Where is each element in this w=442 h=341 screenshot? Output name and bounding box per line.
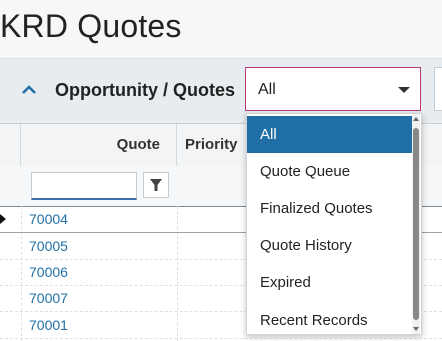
page-title: KRD Quotes xyxy=(0,8,182,44)
secondary-field[interactable] xyxy=(434,67,442,111)
funnel-icon xyxy=(150,179,162,191)
dropdown-option-quote-history[interactable]: Quote History xyxy=(247,227,415,264)
column-header-quote-label: Quote xyxy=(116,136,160,153)
quote-link[interactable]: 70005 xyxy=(29,238,68,254)
filter-button[interactable] xyxy=(143,172,169,198)
scroll-down-icon[interactable] xyxy=(413,327,419,331)
column-header-quote[interactable]: Quote xyxy=(21,124,177,166)
row-selected-indicator-icon xyxy=(0,214,6,224)
quote-link[interactable]: 70007 xyxy=(29,290,68,306)
quote-link[interactable]: 70001 xyxy=(29,317,68,333)
dropdown-option-quote-queue[interactable]: Quote Queue xyxy=(247,153,415,190)
dropdown-option-all[interactable]: All xyxy=(247,116,415,153)
scroll-up-icon[interactable] xyxy=(413,117,419,121)
quote-link[interactable]: 70004 xyxy=(29,211,68,227)
dropdown-option-recent-records[interactable]: Recent Records xyxy=(247,302,415,334)
view-filter-select[interactable]: All xyxy=(245,67,421,111)
column-header-selector xyxy=(0,124,21,166)
dropdown-option-expired[interactable]: Expired xyxy=(247,264,415,301)
chevron-up-icon[interactable] xyxy=(18,79,40,101)
view-filter-value: All xyxy=(258,81,276,98)
quote-link[interactable]: 70006 xyxy=(29,264,68,280)
title-bar: KRD Quotes xyxy=(0,0,442,59)
column-header-priority-label: Priority xyxy=(185,136,238,153)
dropdown-option-finalized-quotes[interactable]: Finalized Quotes xyxy=(247,190,415,227)
dropdown-scrollbar[interactable] xyxy=(412,114,420,334)
scrollbar-thumb[interactable] xyxy=(413,128,419,320)
quote-filter-input[interactable] xyxy=(31,172,137,200)
section-title: Opportunity / Quotes xyxy=(55,80,235,100)
column-header-priority[interactable]: Priority xyxy=(177,124,257,166)
caret-down-icon xyxy=(398,87,410,93)
view-filter-dropdown: All Quote Queue Finalized Quotes Quote H… xyxy=(246,113,422,335)
